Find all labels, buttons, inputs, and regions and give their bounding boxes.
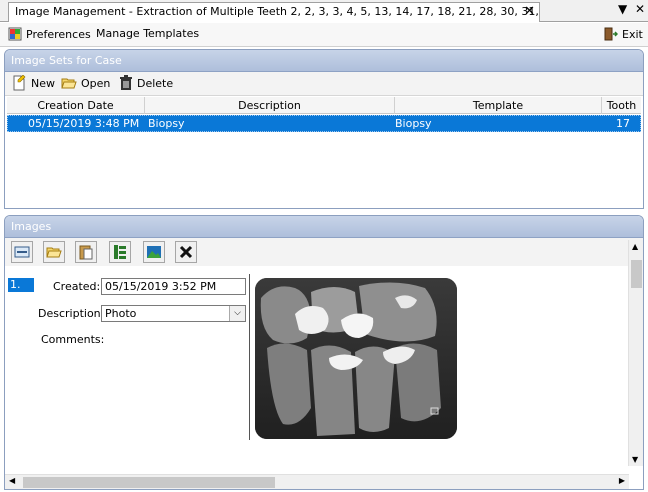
description-label: Description: xyxy=(38,307,105,320)
preferences-menu[interactable]: Preferences xyxy=(8,27,91,41)
tab-dropdown-icon[interactable]: ▼ xyxy=(618,2,627,16)
preferences-label: Preferences xyxy=(26,27,91,41)
images-title: Images xyxy=(5,216,643,238)
description-select[interactable]: Photo ⌵ xyxy=(101,305,246,322)
new-document-icon xyxy=(13,75,26,91)
comments-label: Comments: xyxy=(41,333,105,346)
document-tab[interactable]: Image Management - Extraction of Multipl… xyxy=(8,2,540,22)
exit-door-icon xyxy=(604,27,618,41)
scan-image-button[interactable] xyxy=(11,241,33,263)
image-list-item[interactable]: 1. xyxy=(8,278,34,292)
new-button[interactable]: New xyxy=(11,75,55,91)
menu-bar: Preferences Manage Templates Exit xyxy=(0,23,648,47)
images-toolbar xyxy=(5,238,643,266)
cell-template: Biopsy xyxy=(395,117,432,130)
chevron-down-icon[interactable]: ⌵ xyxy=(229,306,245,321)
open-image-button[interactable] xyxy=(43,241,65,263)
cell-creation-date: 05/15/2019 3:48 PM xyxy=(28,117,140,130)
column-description[interactable]: Description xyxy=(145,97,395,114)
divider xyxy=(249,274,250,440)
images-panel: Images 1. Created: 05/15/2019 3:52 PM De… xyxy=(4,215,644,490)
manage-templates-label: Manage Templates xyxy=(96,27,200,40)
open-folder-icon xyxy=(46,247,62,258)
column-template[interactable]: Template xyxy=(395,97,602,114)
paste-icon xyxy=(79,245,93,260)
tab-close-icon[interactable]: ✕ xyxy=(524,4,535,19)
cell-tooth: 17 xyxy=(616,117,630,130)
window-close-icon[interactable]: ✕ xyxy=(635,2,645,16)
scanner-icon xyxy=(14,246,30,258)
created-label: Created: xyxy=(53,280,101,293)
created-value: 05/15/2019 3:52 PM xyxy=(105,280,217,293)
template-button[interactable] xyxy=(109,241,131,263)
vertical-scrollbar[interactable]: ▲ ▼ xyxy=(628,240,643,466)
scroll-left-icon[interactable]: ◀ xyxy=(9,476,15,485)
xray-graphic xyxy=(255,278,457,439)
open-folder-icon xyxy=(61,78,77,89)
new-label: New xyxy=(31,76,55,90)
template-icon xyxy=(114,245,126,259)
open-button[interactable]: Open xyxy=(61,75,110,91)
cell-description: Biopsy xyxy=(148,117,185,130)
trash-icon xyxy=(120,75,132,90)
image-sets-toolbar: New Open Delete xyxy=(5,72,643,96)
palette-icon xyxy=(8,27,22,41)
image-index: 1. xyxy=(10,278,21,291)
paste-image-button[interactable] xyxy=(75,241,97,263)
delete-label: Delete xyxy=(137,76,174,90)
created-field: 05/15/2019 3:52 PM xyxy=(101,278,246,295)
scroll-thumb[interactable] xyxy=(631,260,642,288)
hscroll-thumb[interactable] xyxy=(23,477,275,488)
table-row[interactable]: 05/15/2019 3:48 PM Biopsy Biopsy 17 xyxy=(7,115,641,132)
description-value: Photo xyxy=(105,307,137,320)
scroll-right-icon[interactable]: ▶ xyxy=(619,476,625,485)
open-label: Open xyxy=(81,76,111,90)
column-creation-date[interactable]: Creation Date xyxy=(7,97,145,114)
manage-templates-menu[interactable]: Manage Templates xyxy=(96,27,199,40)
image-icon xyxy=(147,246,161,258)
delete-image-button[interactable] xyxy=(175,241,197,263)
scroll-down-icon[interactable]: ▼ xyxy=(632,455,638,464)
xray-image[interactable] xyxy=(255,278,457,439)
tab-bar: Image Management - Extraction of Multipl… xyxy=(0,0,648,22)
image-sets-title: Image Sets for Case xyxy=(5,50,643,72)
image-sets-panel: Image Sets for Case New Open Delete Crea… xyxy=(4,49,644,209)
tab-title: Image Management - Extraction of Multipl… xyxy=(15,5,540,18)
view-image-button[interactable] xyxy=(143,241,165,263)
image-sets-header: Creation Date Description Template Tooth xyxy=(7,97,641,114)
column-tooth[interactable]: Tooth xyxy=(602,97,641,114)
delete-x-icon xyxy=(179,245,193,259)
scroll-up-icon[interactable]: ▲ xyxy=(632,242,638,251)
delete-button[interactable]: Delete xyxy=(119,75,173,91)
exit-button[interactable]: Exit xyxy=(604,27,643,41)
horizontal-scrollbar[interactable]: ◀ ▶ xyxy=(5,474,629,489)
exit-label: Exit xyxy=(622,27,643,41)
